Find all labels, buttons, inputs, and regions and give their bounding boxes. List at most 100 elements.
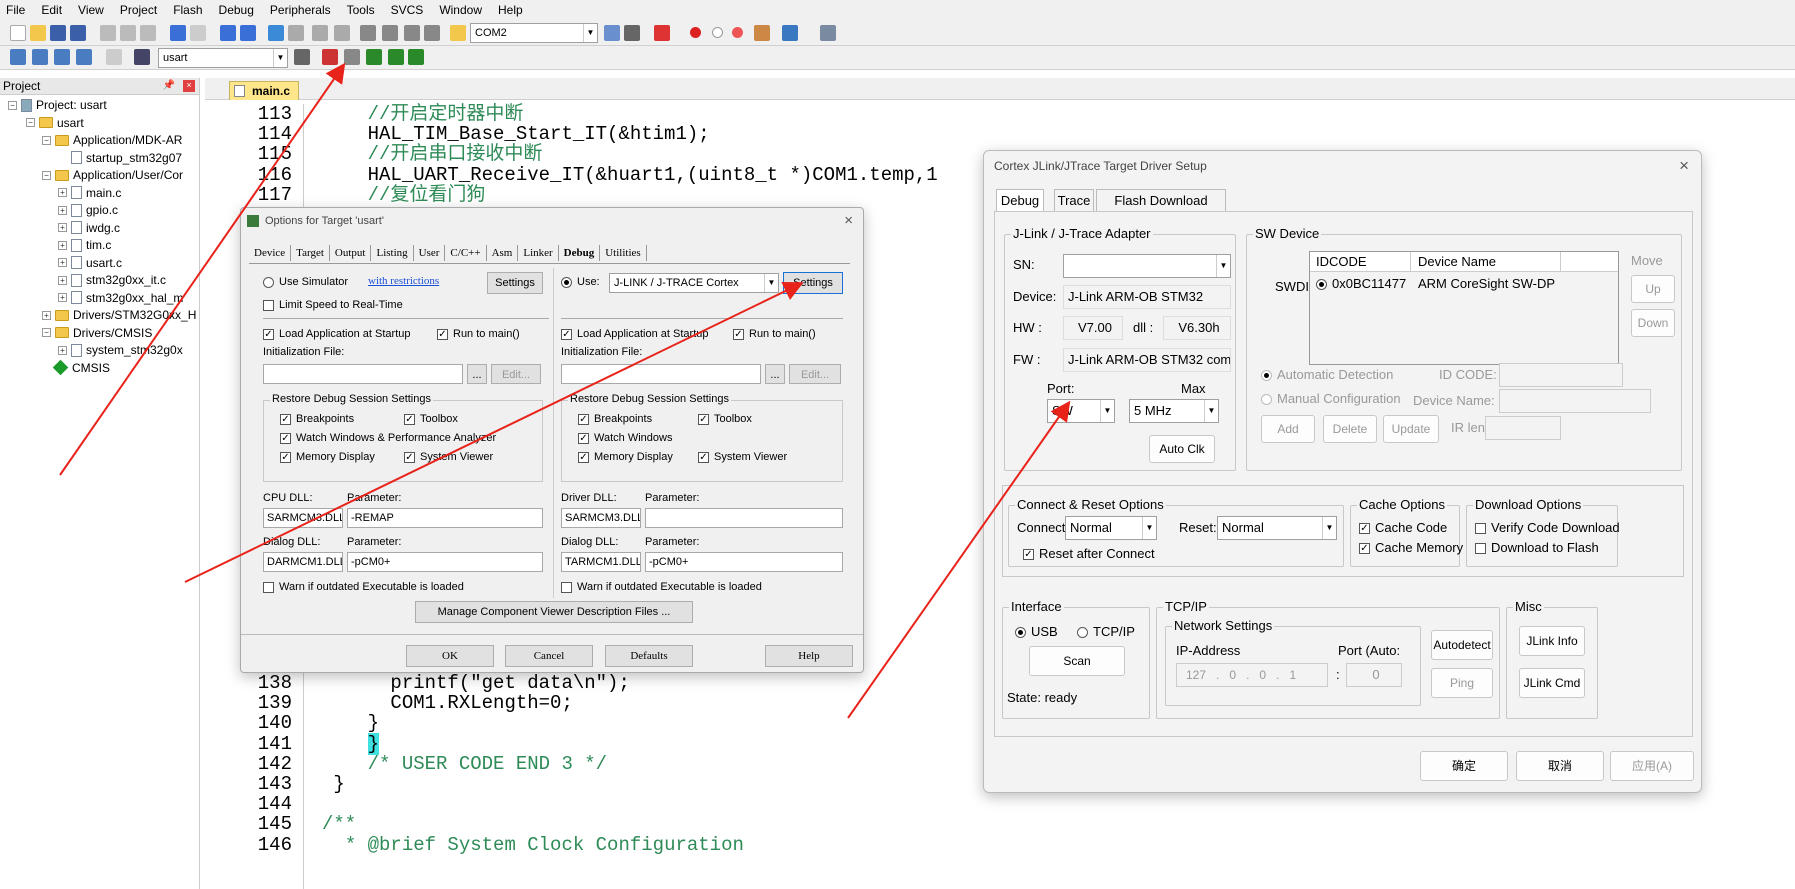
debug-session-icon[interactable] <box>654 25 670 41</box>
tree-item[interactable]: + gpio.c <box>58 201 118 219</box>
nav-forward-icon[interactable] <box>240 25 256 41</box>
init-file-edit-button-right[interactable]: Edit... <box>789 364 841 384</box>
usb-radio[interactable]: USB <box>1015 624 1058 639</box>
undo-icon[interactable] <box>170 25 186 41</box>
tab-debug[interactable]: Debug <box>559 245 601 261</box>
dialog-dll-input[interactable]: DARMCM1.DLL <box>263 552 343 572</box>
jlink-tab-debug[interactable]: Debug <box>996 189 1044 211</box>
toolbox-checkbox[interactable]: ✓ Toolbox <box>404 413 458 425</box>
menu-item-window[interactable]: Window <box>439 3 482 17</box>
download-flash-checkbox[interactable]: Download to Flash <box>1475 540 1599 555</box>
close-icon[interactable]: × <box>844 208 853 234</box>
manage-runtime-icon[interactable] <box>344 49 360 65</box>
menu-item-debug[interactable]: Debug <box>219 3 254 17</box>
tree-item[interactable]: − Project: usart <box>8 96 107 114</box>
simulator-settings-button[interactable]: Settings <box>487 272 543 294</box>
redo-icon[interactable] <box>190 25 206 41</box>
sysviewer-checkbox[interactable]: ✓ System Viewer <box>404 451 493 463</box>
cpu-dll-input[interactable]: SARMCM3.DLL <box>263 508 343 528</box>
memory-checkbox-right[interactable]: ✓ Memory Display <box>578 451 673 463</box>
sw-device-table[interactable]: IDCODE Device Name 0x0BC11477 ARM CoreSi… <box>1309 251 1619 365</box>
cpu-param-input[interactable]: -REMAP <box>347 508 543 528</box>
menu-item-view[interactable]: View <box>78 3 104 17</box>
configure-icon[interactable] <box>820 25 836 41</box>
manage-component-button[interactable]: Manage Component Viewer Description File… <box>415 601 693 623</box>
port-select[interactable]: SW ▼ <box>1047 399 1115 423</box>
menu-item-tools[interactable]: Tools <box>347 3 375 17</box>
expand-icon[interactable]: + <box>58 293 67 302</box>
delete-button[interactable]: Delete <box>1323 415 1377 443</box>
stop-build-icon[interactable] <box>106 49 122 65</box>
unindent-icon[interactable] <box>382 25 398 41</box>
rebuild-icon[interactable] <box>54 49 70 65</box>
new-file-icon[interactable] <box>10 25 26 41</box>
dialog-param-input-right[interactable]: -pCM0+ <box>645 552 843 572</box>
target-select[interactable]: usart ▼ <box>158 48 288 68</box>
toolbox-checkbox-right[interactable]: ✓ Toolbox <box>698 413 752 425</box>
jlink-cmd-button[interactable]: JLink Cmd <box>1519 668 1585 698</box>
tree-item[interactable]: − Drivers/CMSIS <box>42 324 152 342</box>
close-icon[interactable]: × <box>183 80 195 92</box>
verify-checkbox[interactable]: Verify Code Download <box>1475 520 1620 535</box>
use-simulator-radio[interactable]: Use Simulator <box>263 276 348 288</box>
uncomment-icon[interactable] <box>424 25 440 41</box>
watch-checkbox-right[interactable]: ✓ Watch Windows <box>578 432 672 444</box>
device-name-input[interactable] <box>1499 389 1651 413</box>
init-file-input-right[interactable] <box>561 364 761 384</box>
tab-asm[interactable]: Asm <box>487 245 519 261</box>
tab-target[interactable]: Target <box>291 245 330 261</box>
tree-item[interactable]: − Application/MDK-AR <box>42 131 182 149</box>
use-driver-radio[interactable]: Use: <box>561 276 600 288</box>
apply-button[interactable]: 应用(A) <box>1610 751 1694 781</box>
run-to-main-checkbox[interactable]: ✓ Run to main() <box>437 328 520 340</box>
nav-back-icon[interactable] <box>220 25 236 41</box>
cut-icon[interactable] <box>100 25 116 41</box>
cache-code-checkbox[interactable]: ✓ Cache Code <box>1359 520 1447 535</box>
limit-speed-checkbox[interactable]: Limit Speed to Real-Time <box>263 299 403 311</box>
find-icon[interactable] <box>604 25 620 41</box>
add-button[interactable]: Add <box>1261 415 1315 443</box>
expand-icon[interactable]: + <box>58 275 67 285</box>
save-all-icon[interactable] <box>70 25 86 41</box>
expand-icon[interactable]: + <box>58 188 67 197</box>
pack-installer-icon[interactable] <box>388 49 404 65</box>
table-row[interactable]: 0x0BC11477 <box>1316 276 1406 291</box>
auto-clk-button[interactable]: Auto Clk <box>1149 435 1215 463</box>
tab-output[interactable]: Output <box>330 245 372 261</box>
tab-cc[interactable]: C/C++ <box>445 245 487 261</box>
close-icon[interactable]: × <box>1679 151 1689 181</box>
expand-icon[interactable]: + <box>58 223 67 232</box>
breakpoints-checkbox-right[interactable]: ✓ Breakpoints <box>578 413 652 425</box>
scan-button[interactable]: Scan <box>1029 646 1125 676</box>
dialog-param-input[interactable]: -pCM0+ <box>347 552 543 572</box>
bookmark-icon[interactable] <box>268 25 284 41</box>
tree-item[interactable]: + tim.c <box>58 236 111 254</box>
driver-dll-input[interactable]: SARMCM3.DLL <box>561 508 641 528</box>
tree-item[interactable]: + Drivers/STM32G0xx_H <box>42 306 196 324</box>
find-combo[interactable]: COM2 ▼ <box>470 23 598 43</box>
menu-item-file[interactable]: File <box>6 3 25 17</box>
ip-address-input[interactable]: 127. 0. 0. 1 <box>1176 663 1328 687</box>
tree-item[interactable]: − Application/User/Cor <box>42 166 183 184</box>
tab-listing[interactable]: Listing <box>371 245 414 261</box>
cancel-button[interactable]: 取消 <box>1516 751 1604 781</box>
autodetect-button[interactable]: Autodetect <box>1431 630 1493 660</box>
manual-config-radio[interactable]: Manual Configuration <box>1261 391 1401 406</box>
tree-item[interactable]: startup_stm32g07 <box>58 149 182 167</box>
file-extensions-icon[interactable] <box>322 49 338 65</box>
copy-icon[interactable] <box>120 25 136 41</box>
init-file-input[interactable] <box>263 364 463 384</box>
update-button[interactable]: Update <box>1383 415 1439 443</box>
build-icon[interactable] <box>32 49 48 65</box>
jlink-info-button[interactable]: JLink Info <box>1519 626 1585 656</box>
open-folder-icon[interactable] <box>30 25 46 41</box>
ir-len-input[interactable] <box>1485 416 1561 440</box>
pin-icon[interactable]: 📌 <box>163 78 175 94</box>
menu-item-help[interactable]: Help <box>498 3 523 17</box>
tab-user[interactable]: User <box>414 245 446 261</box>
tab-utilities[interactable]: Utilities <box>600 245 647 261</box>
defaults-button[interactable]: Defaults <box>605 645 693 667</box>
find-in-files-icon[interactable] <box>450 25 466 41</box>
breakpoint-kill-icon[interactable] <box>732 27 743 38</box>
cache-memory-checkbox[interactable]: ✓ Cache Memory <box>1359 540 1463 555</box>
